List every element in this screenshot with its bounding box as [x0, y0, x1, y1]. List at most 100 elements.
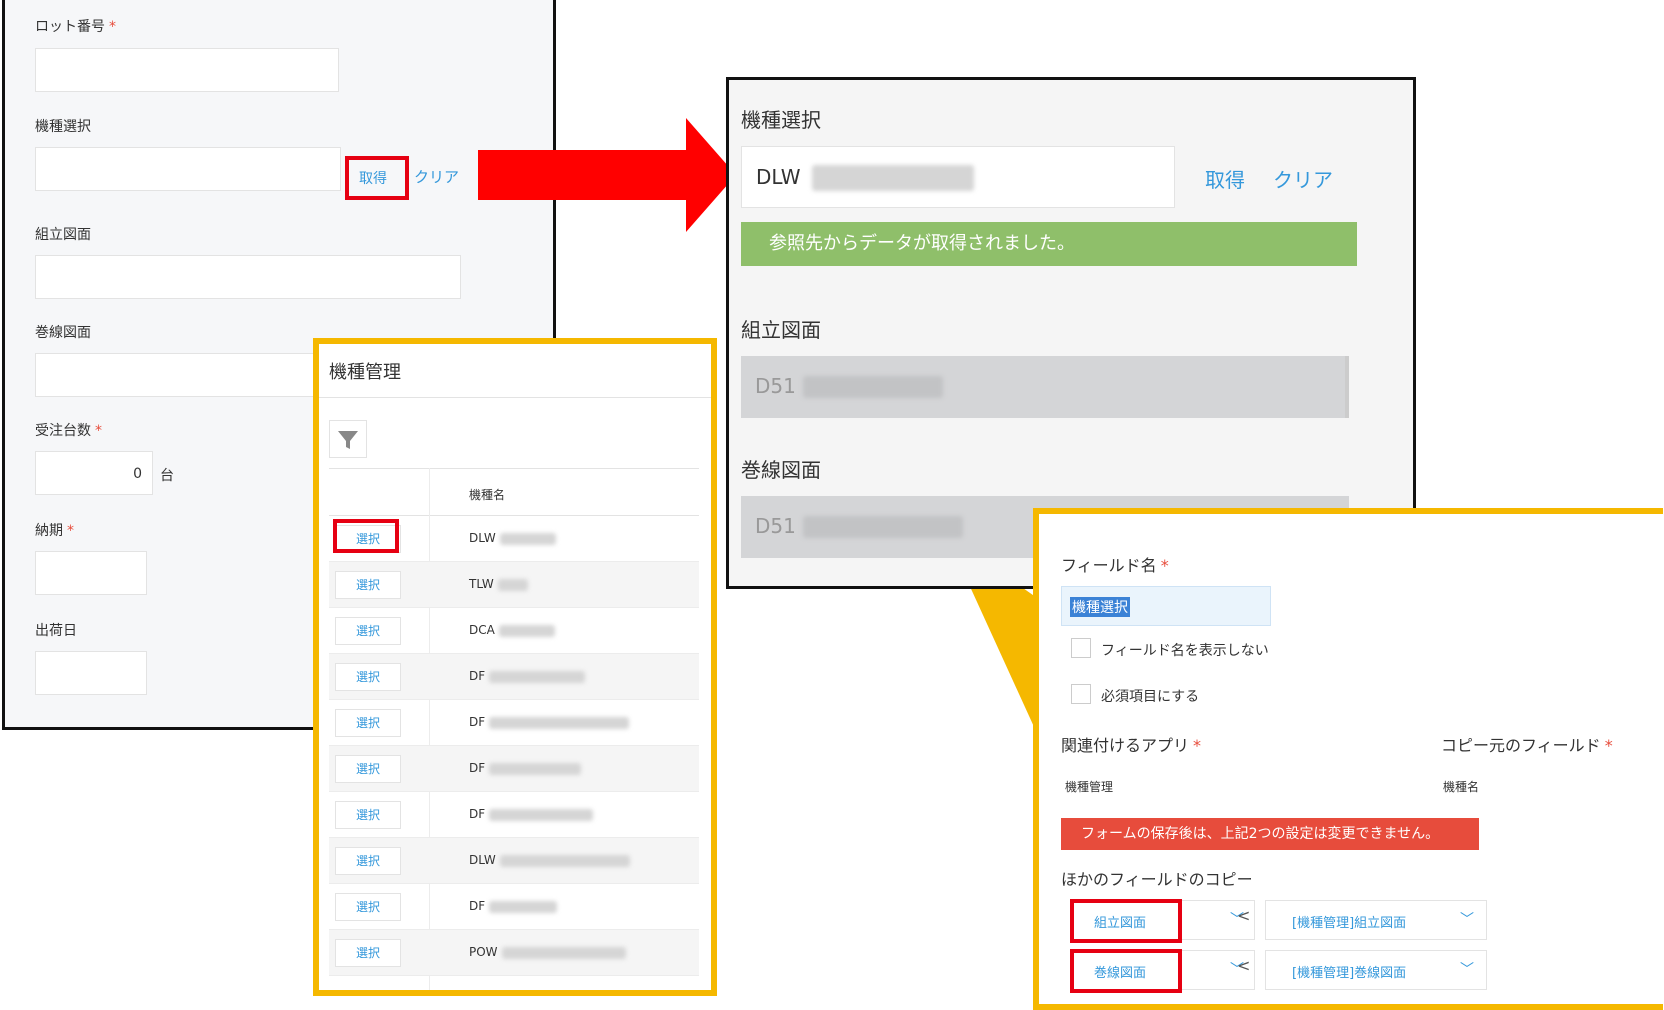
lookup-list-popup: 機種管理 機種名 選択 DLW 選択 TLW 選択 DCA 選択 DF 選択 DF 選択 DF 選択 DF…	[313, 338, 717, 996]
lookup-table-body: 選択 DLW 選択 TLW 選択 DCA 選択 DF 選択 DF 選択 DF 選択 DF 選択 DLW 選択 DF…	[319, 516, 711, 990]
model-name-cell: POW	[469, 945, 626, 959]
model-name-cell: DF	[469, 807, 594, 821]
select-button[interactable]: 選択	[335, 847, 401, 875]
zoom-winding-value: D51	[755, 514, 796, 538]
model-name-value: DF	[469, 669, 486, 683]
redacted-value	[498, 624, 555, 637]
model-name-value: DCA	[469, 623, 495, 637]
zoom-clear-button[interactable]: クリア	[1273, 164, 1333, 193]
select-button-highlight	[333, 519, 399, 553]
due-label: 納期 *	[35, 523, 74, 539]
winding-label: 巻線図面	[35, 325, 91, 341]
redacted-value	[812, 165, 974, 191]
hide-field-name-label: フィールド名を表示しない	[1101, 643, 1269, 659]
copy-source-value: [機種管理]巻線図面	[1292, 966, 1407, 981]
source-field-value: 機種名	[1443, 780, 1480, 794]
select-button[interactable]: 選択	[335, 709, 401, 737]
ship-input[interactable]	[35, 651, 147, 695]
model-name-cell: DF	[469, 899, 558, 913]
copy-source-select[interactable]: [機種管理]巻線図面 ﹀	[1265, 950, 1487, 990]
assembly-label: 組立図面	[35, 227, 91, 243]
model-name-value: TLW	[469, 577, 494, 591]
copy-target-highlight	[1070, 899, 1182, 943]
field-name-value: 機種選択	[1070, 597, 1130, 617]
copy-source-value: [機種管理]組立図面	[1292, 916, 1407, 931]
select-button[interactable]: 選択	[335, 571, 401, 599]
filter-button[interactable]	[329, 420, 367, 458]
qty-label: 受注台数 *	[35, 423, 102, 439]
redacted-value	[499, 854, 630, 867]
redacted-value	[489, 670, 586, 683]
required-label: 必須項目にする	[1101, 689, 1200, 705]
assembly-input[interactable]	[35, 255, 461, 299]
required-checkbox[interactable]	[1071, 684, 1091, 704]
due-input[interactable]	[35, 551, 147, 595]
field-name-input[interactable]: 機種選択	[1061, 586, 1271, 626]
redacted-value	[803, 516, 963, 538]
model-name-value: DF	[469, 899, 486, 913]
related-app-label: 関連付けるアプリ *	[1061, 736, 1202, 755]
zoom-assembly-field: D51	[741, 356, 1349, 418]
zoom-model-value: DLW	[756, 165, 801, 189]
clear-button[interactable]: クリア	[414, 166, 459, 187]
select-button[interactable]: 選択	[335, 893, 401, 921]
ship-label: 出荷日	[35, 623, 77, 639]
field-name-label: フィールド名 *	[1061, 556, 1169, 575]
qty-input[interactable]: 0	[35, 451, 153, 495]
model-name-cell: DF	[469, 761, 582, 775]
redacted-value	[501, 946, 626, 959]
zoom-get-button[interactable]: 取得	[1205, 164, 1245, 193]
get-button-highlight	[345, 156, 409, 200]
redacted-value	[489, 716, 630, 729]
table-row: 選択 DLW	[329, 838, 699, 884]
zoom-model-input[interactable]: DLW	[741, 146, 1175, 208]
red-arrow	[478, 118, 736, 232]
zoom-assembly-label: 組立図面	[741, 318, 821, 342]
select-button[interactable]: 選択	[335, 801, 401, 829]
arrow-left-icon: <	[1237, 956, 1251, 975]
hide-field-name-checkbox[interactable]	[1071, 638, 1091, 658]
source-field-label: コピー元のフィールド *	[1441, 736, 1613, 755]
model-name-cell: DLW	[469, 853, 630, 867]
chevron-down-icon: ﹀	[1460, 962, 1474, 978]
table-header: 機種名	[329, 468, 699, 516]
table-row: 選択 DF	[329, 700, 699, 746]
table-row: 選択 POW	[329, 930, 699, 976]
redacted-value	[497, 578, 528, 591]
select-button[interactable]: 選択	[335, 617, 401, 645]
table-row: 選択 DF	[329, 746, 699, 792]
table-row: 選択 DCA	[329, 608, 699, 654]
lot-input[interactable]	[35, 48, 339, 92]
redacted-value	[489, 900, 558, 913]
model-input[interactable]	[35, 147, 341, 191]
redacted-value	[803, 376, 943, 398]
field-settings-panel: フィールド名 * 機種選択 フィールド名を表示しない 必須項目にする 関連付けるア…	[1033, 508, 1663, 1010]
column-header-model-name: 機種名	[469, 488, 506, 502]
model-name-cell: DCA	[469, 623, 555, 637]
redacted-value	[499, 532, 556, 545]
divider	[319, 397, 711, 398]
model-name-value: DF	[469, 807, 486, 821]
model-name-cell: DF	[469, 715, 630, 729]
zoom-assembly-value: D51	[755, 374, 796, 398]
success-message: 参照先からデータが取得されました。	[741, 222, 1357, 266]
copy-source-select[interactable]: [機種管理]組立図面 ﹀	[1265, 900, 1487, 940]
arrow-left-icon: <	[1237, 906, 1251, 925]
table-row: 選択 DF	[329, 654, 699, 700]
zoom-winding-label: 巻線図面	[741, 458, 821, 482]
redacted-value	[489, 808, 594, 821]
redacted-value	[489, 762, 582, 775]
model-name-value: DLW	[469, 853, 496, 867]
select-button[interactable]: 選択	[335, 755, 401, 783]
model-name-value: POW	[469, 945, 498, 959]
qty-unit: 台	[160, 468, 174, 484]
select-button[interactable]: 選択	[335, 663, 401, 691]
warning-message: フォームの保存後は、上記2つの設定は変更できません。	[1061, 818, 1479, 850]
related-app-value: 機種管理	[1065, 780, 1114, 794]
select-button[interactable]: 選択	[335, 939, 401, 967]
model-name-cell: DLW	[469, 531, 556, 545]
filter-icon	[338, 431, 358, 449]
lookup-title: 機種管理	[329, 362, 401, 383]
model-name-cell: TLW	[469, 577, 528, 591]
table-row: 選択 DF	[329, 884, 699, 930]
